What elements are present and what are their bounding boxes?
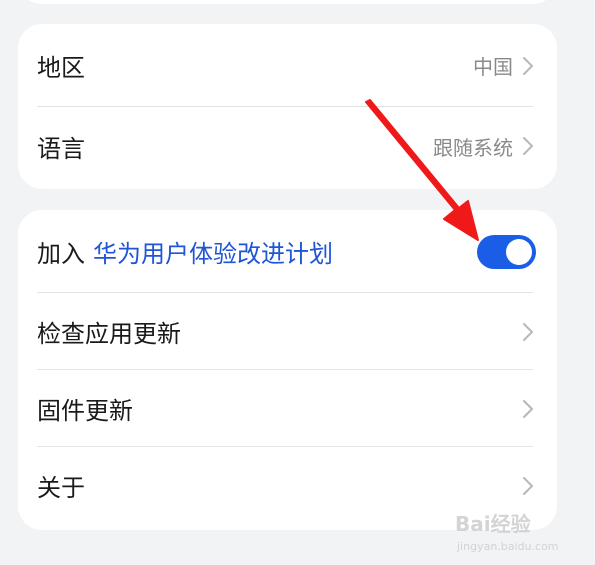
about-label: 关于 <box>37 474 85 502</box>
firmware-update-row[interactable]: 固件更新 <box>18 370 557 447</box>
chevron-right-icon <box>517 134 537 158</box>
experience-program-row: 加入 华为用户体验改进计划 <box>18 210 557 293</box>
toggle-knob <box>506 238 532 265</box>
watermark-url: jingyan.baidu.com <box>457 540 559 553</box>
general-settings-card: 加入 华为用户体验改进计划 检查应用更新 固件更新 关于 <box>18 210 557 530</box>
previous-settings-card <box>18 0 557 4</box>
experience-program-link[interactable]: 华为用户体验改进计划 <box>93 240 333 268</box>
chevron-right-icon <box>517 474 537 498</box>
check-app-updates-row[interactable]: 检查应用更新 <box>18 293 557 370</box>
language-value: 跟随系统 <box>433 135 513 160</box>
region-value: 中国 <box>473 55 513 79</box>
region-row[interactable]: 地区 中国 <box>18 24 557 107</box>
watermark-logo: Bai经验 <box>455 512 531 536</box>
region-language-card: 地区 中国 语言 跟随系统 <box>18 24 557 189</box>
chevron-right-icon <box>517 54 537 78</box>
experience-program-prefix: 加入 <box>37 240 85 268</box>
language-row[interactable]: 语言 跟随系统 <box>18 107 557 185</box>
chevron-right-icon <box>517 397 537 421</box>
region-label: 地区 <box>37 54 85 82</box>
experience-program-toggle[interactable] <box>477 234 536 269</box>
check-app-updates-label: 检查应用更新 <box>37 320 181 348</box>
firmware-update-label: 固件更新 <box>37 397 133 425</box>
chevron-right-icon <box>517 320 537 344</box>
language-label: 语言 <box>37 134 85 163</box>
experience-program-label: 加入 华为用户体验改进计划 <box>37 234 333 269</box>
